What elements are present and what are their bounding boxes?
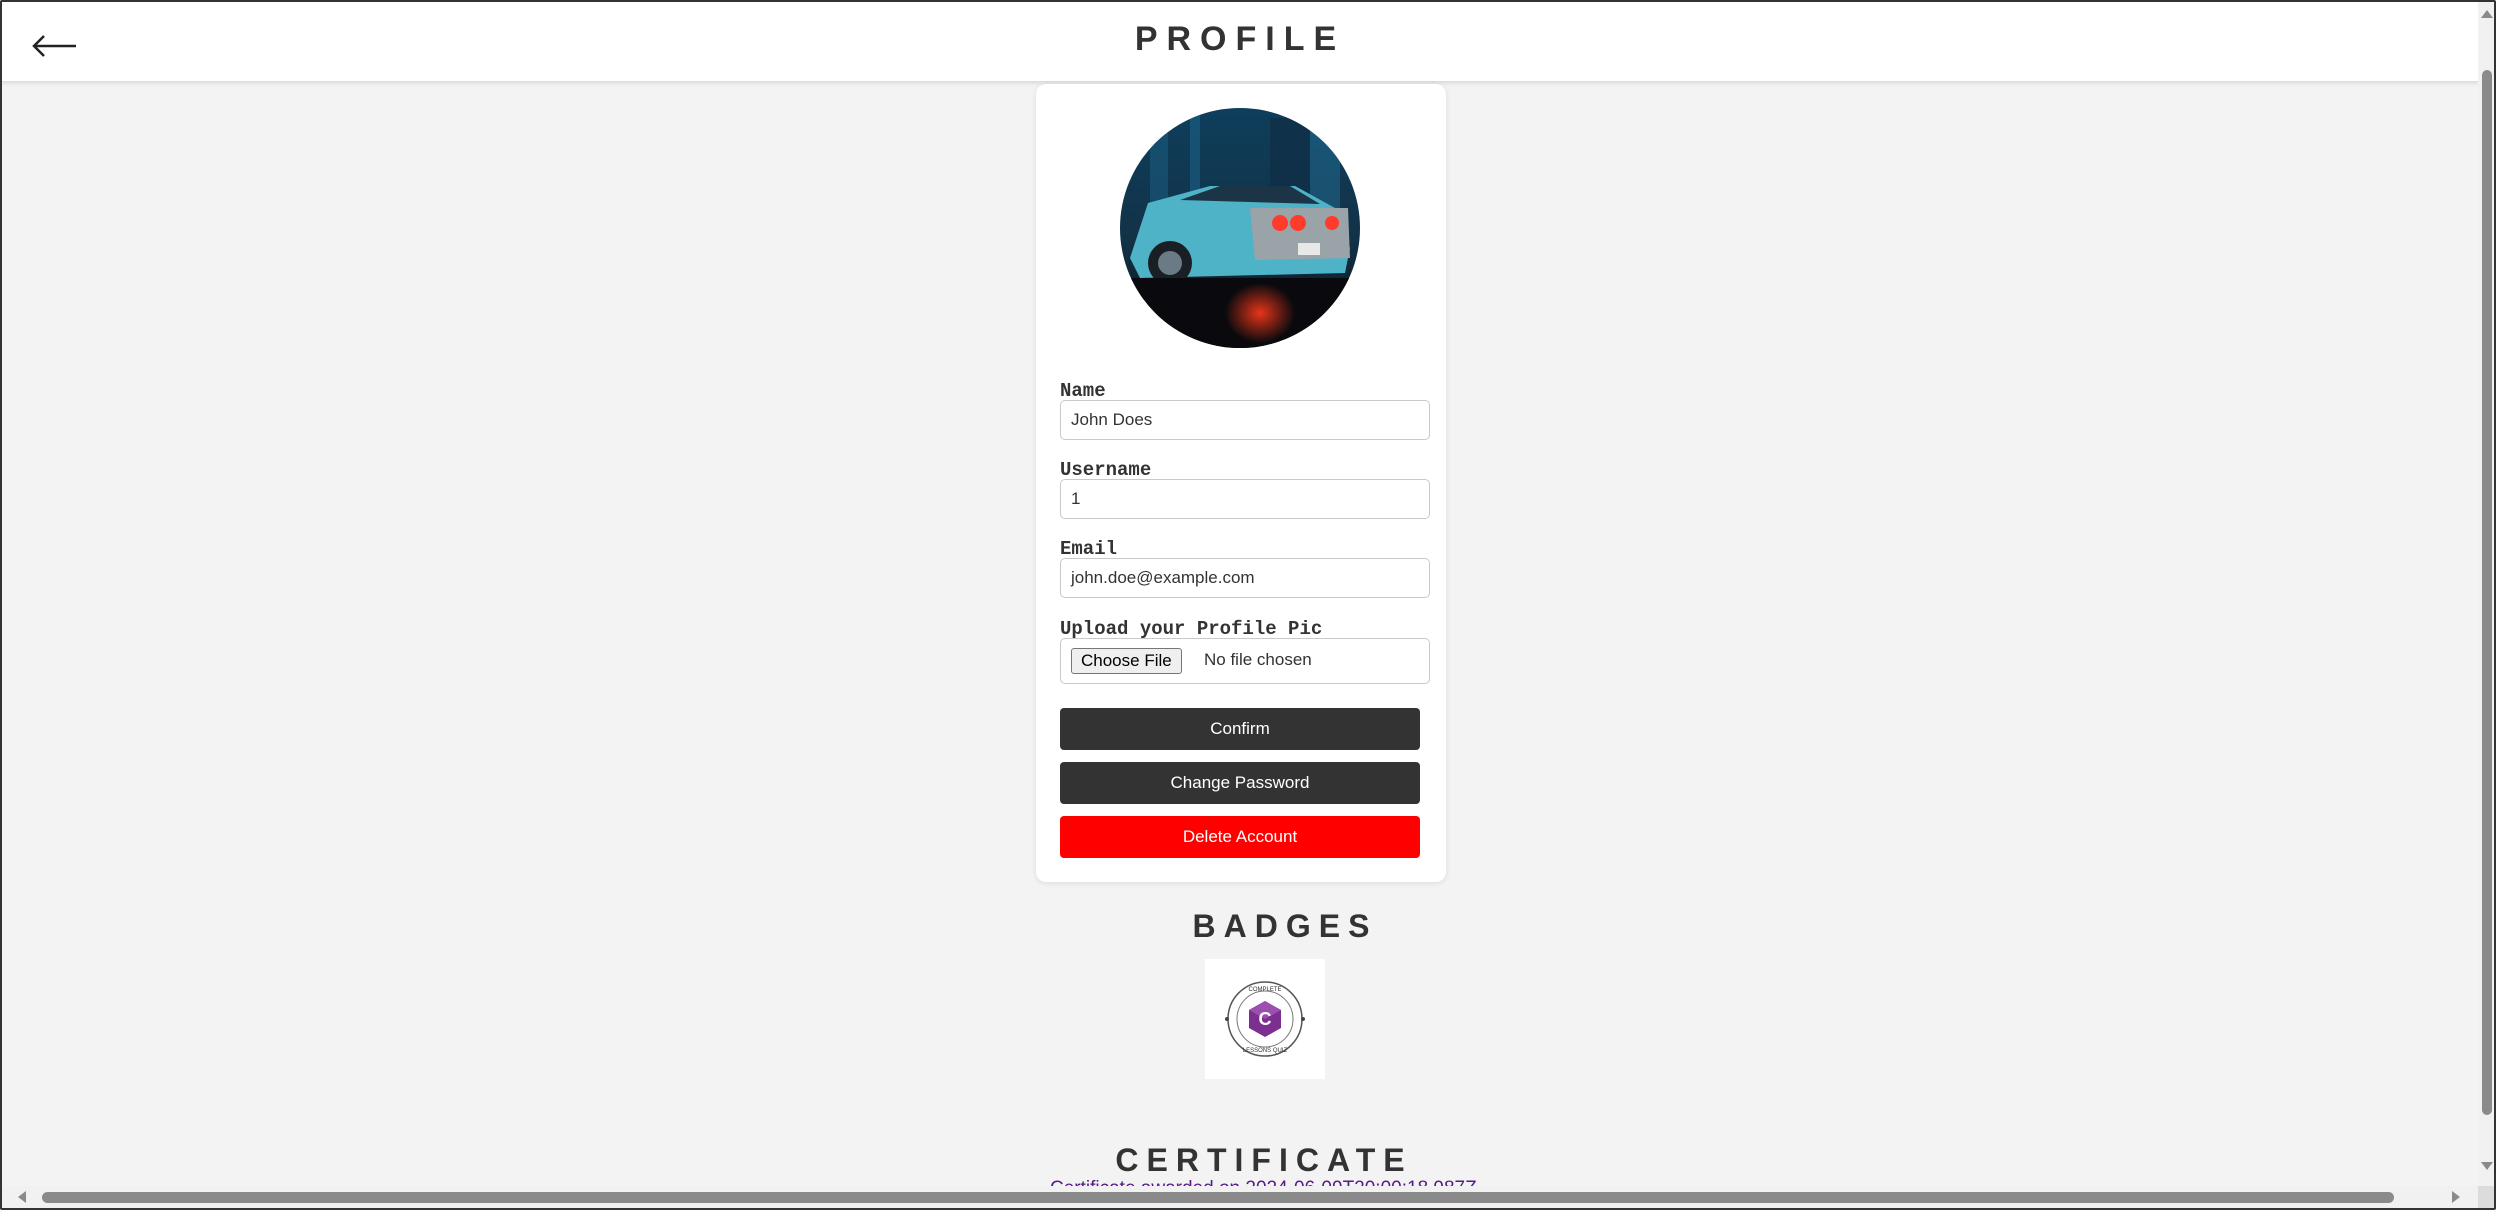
horizontal-scrollbar[interactable] — [2, 1186, 2478, 1208]
vertical-scrollbar[interactable] — [2478, 2, 2494, 1186]
username-field[interactable]: 1 — [1060, 479, 1430, 519]
vertical-scroll-thumb[interactable] — [2482, 70, 2492, 1115]
username-label: Username — [1060, 459, 1152, 481]
scroll-right-icon[interactable] — [2452, 1191, 2460, 1203]
badge-top-text: COMPLETE — [1248, 987, 1281, 993]
badge-bottom-text: LESSONS QUIZ — [1243, 1048, 1288, 1054]
scroll-up-icon[interactable] — [2481, 10, 2493, 18]
svg-text:C: C — [1259, 1009, 1272, 1029]
horizontal-scroll-thumb[interactable] — [42, 1192, 2394, 1203]
browser-window: PROFILE Name John Does Username 1 Email … — [0, 0, 2496, 1210]
badges-title: BADGES — [1192, 908, 1378, 944]
file-input[interactable]: Choose File No file chosen — [1060, 638, 1430, 684]
name-label: Name — [1060, 380, 1106, 402]
confirm-button[interactable]: Confirm — [1060, 708, 1420, 750]
upload-label: Upload your Profile Pic — [1060, 618, 1323, 640]
name-field[interactable]: John Does — [1060, 400, 1430, 440]
page-title: PROFILE — [1134, 20, 1346, 58]
email-field[interactable]: john.doe@example.com — [1060, 558, 1430, 598]
top-header: PROFILE — [2, 2, 2478, 82]
avatar — [1120, 108, 1360, 348]
file-status: No file chosen — [1204, 650, 1312, 669]
profile-card: Name John Does Username 1 Email john.doe… — [1036, 84, 1446, 882]
choose-file-button[interactable]: Choose File — [1071, 648, 1182, 674]
badge-item[interactable]: C COMPLETE LESSONS QUIZ — [1205, 959, 1325, 1079]
scroll-down-icon[interactable] — [2481, 1162, 2493, 1170]
scrollbar-corner — [2478, 1186, 2494, 1208]
delete-account-button[interactable]: Delete Account — [1060, 816, 1420, 858]
change-password-button[interactable]: Change Password — [1060, 762, 1420, 804]
email-label: Email — [1060, 538, 1118, 560]
car-photo — [1120, 108, 1360, 348]
scroll-left-icon[interactable] — [18, 1191, 26, 1203]
certificate-title: CERTIFICATE — [1115, 1142, 1413, 1178]
c-language-icon: C COMPLETE LESSONS QUIZ — [1225, 981, 1305, 1057]
